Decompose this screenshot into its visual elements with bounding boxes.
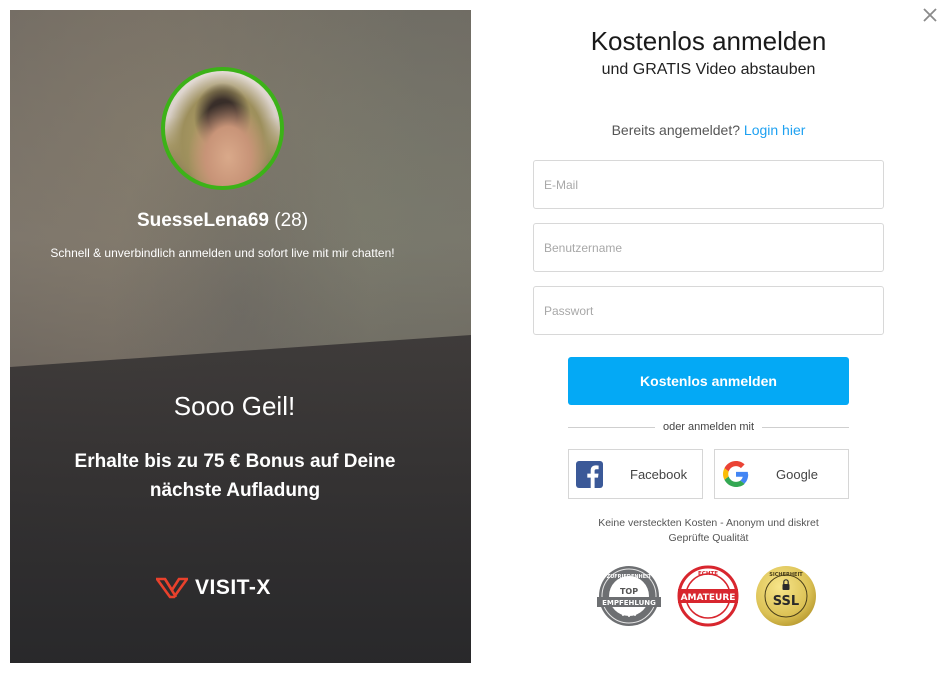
username-field[interactable] [533, 223, 884, 272]
form-subtitle: und GRATIS Video abstauben [601, 61, 816, 78]
model-username: SuesseLena69 [136, 210, 269, 231]
already-registered-text: Bereits angemeldet? [611, 122, 741, 138]
email-field[interactable] [533, 160, 884, 209]
seal-amateur-ring-text: ECHTE [698, 571, 718, 577]
facebook-icon [576, 460, 603, 488]
login-prompt: Bereits angemeldet? Login hier [533, 122, 884, 138]
google-icon [723, 461, 749, 487]
promo-bonus-text: Erhalte bis zu 75 € Bonus auf Deine näch… [74, 451, 396, 501]
seal-amateur-banner: AMATEURE [681, 593, 736, 603]
facebook-label: Facebook [630, 466, 688, 482]
divider-line-left [568, 426, 655, 428]
seal-ssl-ring-text: SICHERHEIT [769, 572, 803, 578]
seal-ssl-main: SSL [773, 594, 799, 609]
form-title: Kostenlos anmelden [590, 26, 827, 56]
amateur-seal-icon: ECHTE AMATEURE [677, 565, 739, 627]
seal-top-ring-text: ZUFRIEDENHEIT [607, 574, 652, 580]
promo-panel: SuesseLena69 (28) Schnell & unverbindlic… [10, 10, 471, 663]
promo-headline: Sooo Geil! [173, 391, 296, 421]
visitx-logo-icon [156, 577, 188, 599]
divider-text: oder anmelden mit [662, 421, 755, 433]
trust-line-2: Geprüfte Qualität [668, 532, 749, 544]
close-button[interactable] [920, 5, 940, 25]
register-button[interactable]: Kostenlos anmelden [568, 357, 849, 405]
login-link[interactable]: Login hier [744, 122, 806, 138]
divider-line-right [762, 426, 850, 428]
seal-top-main: TOP [620, 587, 638, 596]
brand-name: VISIT-X [195, 576, 271, 599]
social-divider: oder anmelden mit [568, 420, 850, 434]
model-age: (28) [274, 210, 309, 231]
trust-line-1: Keine versteckten Kosten - Anonym und di… [598, 517, 819, 529]
brand-logo: VISIT-X [156, 576, 271, 600]
facebook-login-button[interactable]: Facebook [568, 449, 703, 499]
model-tagline: Schnell & unverbindlich anmelden und sof… [50, 246, 395, 260]
model-name: SuesseLena69 (28) [10, 210, 435, 232]
trust-text: Keine versteckten Kosten - Anonym und di… [533, 516, 884, 546]
close-icon [923, 8, 937, 22]
google-label: Google [776, 466, 818, 482]
top-recommendation-seal-icon: ZUFRIEDENHEIT TOP EMPFEHLUNG [597, 566, 661, 626]
password-field[interactable] [533, 286, 884, 335]
ssl-seal-icon: SICHERHEIT SSL [756, 566, 816, 626]
model-avatar[interactable] [161, 67, 284, 190]
google-login-button[interactable]: Google [714, 449, 849, 499]
seal-top-banner: EMPFEHLUNG [602, 599, 656, 607]
